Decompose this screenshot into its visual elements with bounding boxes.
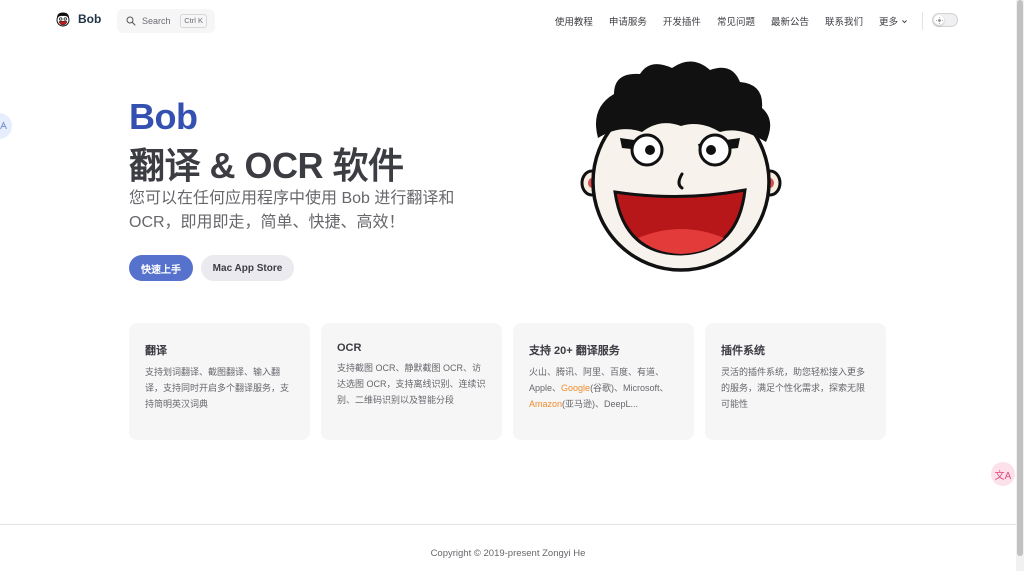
hero-tagline: 您可以在任何应用程序中使用 Bob 进行翻译和 OCR，即用即走，简单、快捷、高…: [129, 190, 455, 231]
search-label: Search: [142, 16, 171, 26]
translate-icon: 文A: [994, 470, 1012, 482]
service-google: Google: [561, 383, 591, 393]
feature-card-plugins: 插件系统 灵活的插件系统，助您轻松接入更多的服务，满足个性化需求，探索无限可能性: [705, 323, 886, 440]
search-icon: [126, 16, 136, 26]
translate-float-button-right[interactable]: 文A: [991, 462, 1015, 486]
nav-item-announcements[interactable]: 最新公告: [771, 14, 809, 28]
top-navbar: Bob Search Ctrl K 使用教程 申请服务 开发插件 常见问题 最新…: [0, 0, 1016, 42]
bob-mascot-image: [580, 61, 782, 272]
service-amazon: Amazon: [529, 399, 563, 409]
feature-card-ocr: OCR 支持截图 OCR、静默截图 OCR、访达选图 OCR，支持离线识别、连续…: [321, 323, 502, 440]
bob-logo-icon: [56, 12, 70, 27]
search-button[interactable]: Search Ctrl K: [117, 9, 215, 33]
feature-desc: 灵活的插件系统，助您轻松接入更多的服务，满足个性化需求，探索无限可能性: [721, 367, 866, 409]
scrollbar-thumb[interactable]: [1017, 0, 1023, 556]
hero-text: 翻译 & OCR 软件: [129, 145, 404, 186]
feature-title: 翻译: [145, 345, 167, 357]
services-text: (亚马逊)、DeepL...: [562, 399, 639, 409]
feature-title: 支持 20+ 翻译服务: [529, 345, 620, 357]
hero-name: Bob: [129, 96, 198, 137]
feature-desc: 火山、腾讯、阿里、百度、有道、Apple、Google(谷歌)、Microsof…: [529, 364, 678, 412]
feature-title: OCR: [337, 342, 362, 354]
translate-icon: [0, 121, 7, 130]
nav-divider: [922, 12, 923, 30]
theme-toggle[interactable]: [932, 13, 958, 27]
nav-more-label: 更多: [878, 17, 898, 28]
feature-title: 插件系统: [721, 345, 765, 357]
services-text: (谷歌)、Microsoft、: [590, 383, 669, 393]
translate-float-button-left[interactable]: [0, 113, 12, 139]
sun-icon: [935, 16, 943, 24]
nav-item-faq[interactable]: 常见问题: [717, 14, 755, 28]
feature-desc: 支持截图 OCR、静默截图 OCR、访达选图 OCR，支持离线识别、连续识别、二…: [337, 363, 486, 405]
brand-link[interactable]: Bob: [55, 11, 101, 27]
chevron-down-icon: [902, 19, 907, 23]
nav-item-more[interactable]: 更多: [879, 14, 908, 28]
theme-toggle-knob: [934, 15, 944, 25]
mac-app-store-button[interactable]: Mac App Store: [201, 255, 294, 281]
get-started-button[interactable]: 快速上手: [129, 255, 193, 281]
nav-item-contact[interactable]: 联系我们: [825, 14, 863, 28]
search-shortcut: Ctrl K: [180, 14, 207, 28]
nav-item-tutorial[interactable]: 使用教程: [555, 14, 593, 28]
feature-card-services: 支持 20+ 翻译服务 火山、腾讯、阿里、百度、有道、Apple、Google(…: [513, 323, 694, 440]
brand-name: Bob: [78, 12, 102, 26]
nav-menu: 使用教程 申请服务 开发插件 常见问题 最新公告 联系我们 更多: [555, 14, 908, 28]
nav-item-dev-plugin[interactable]: 开发插件: [663, 14, 701, 28]
footer-divider: [0, 524, 1016, 525]
feature-card-translate: 翻译 支持划词翻译、截图翻译、输入翻译，支持同时开启多个翻译服务，支持简明英汉词…: [129, 323, 310, 440]
feature-desc: 支持划词翻译、截图翻译、输入翻译，支持同时开启多个翻译服务，支持简明英汉词典: [145, 367, 290, 409]
page-scrollbar[interactable]: [1016, 0, 1024, 571]
nav-item-apply-service[interactable]: 申请服务: [609, 14, 647, 28]
footer-copyright: Copyright © 2019-present Zongyi He: [430, 548, 586, 559]
